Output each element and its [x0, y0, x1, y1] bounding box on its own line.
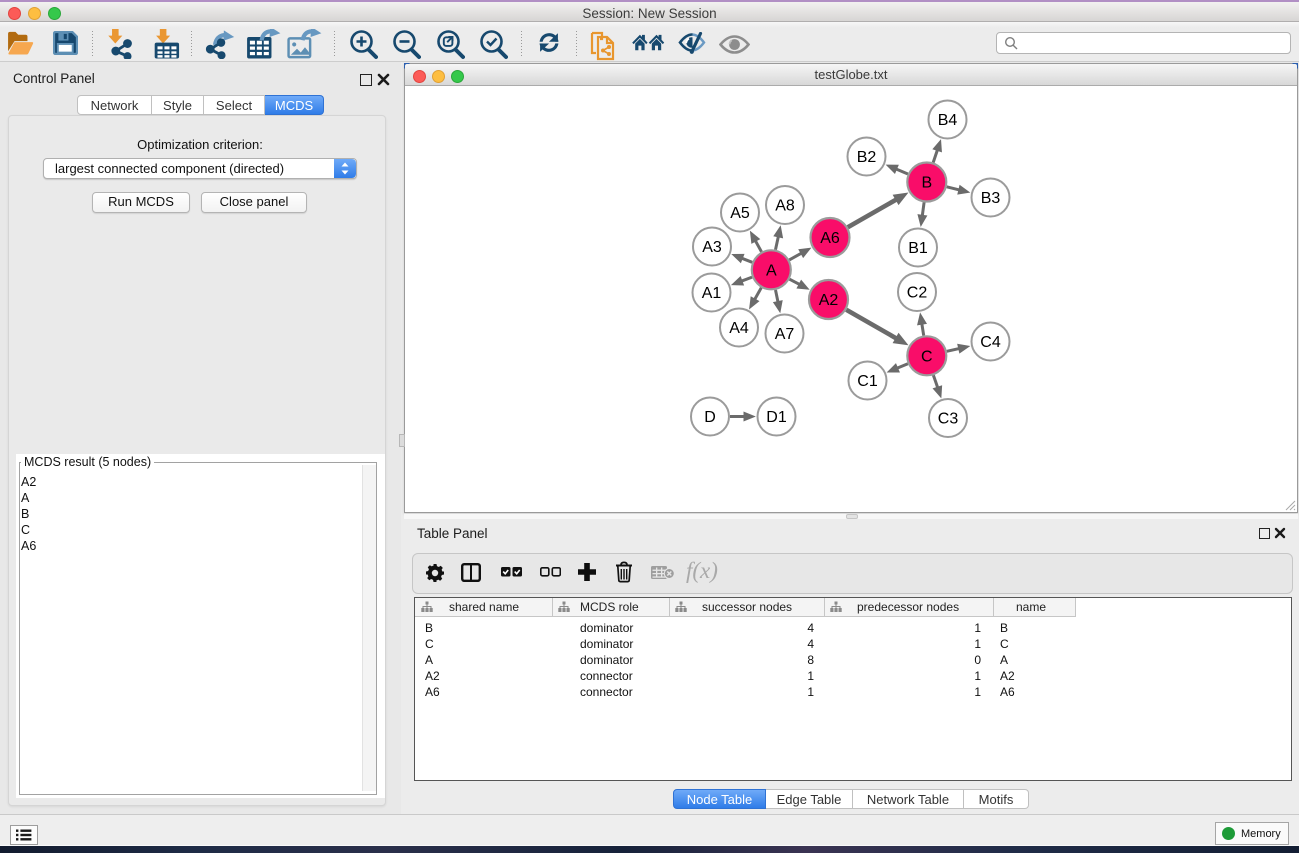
svg-text:C1: C1	[857, 373, 878, 390]
svg-text:A1: A1	[702, 285, 722, 302]
svg-text:C3: C3	[938, 411, 959, 428]
svg-text:B3: B3	[981, 190, 1001, 207]
svg-text:D1: D1	[766, 409, 787, 426]
svg-text:D: D	[704, 409, 716, 426]
svg-text:C2: C2	[907, 285, 928, 302]
svg-text:A5: A5	[730, 205, 750, 222]
svg-text:B1: B1	[908, 240, 928, 257]
svg-text:A3: A3	[702, 239, 722, 256]
svg-text:A2: A2	[819, 292, 839, 309]
svg-text:B4: B4	[938, 112, 958, 129]
svg-text:C4: C4	[980, 334, 1001, 351]
svg-text:B: B	[921, 175, 932, 192]
svg-text:A6: A6	[820, 230, 840, 247]
svg-text:B2: B2	[857, 149, 877, 166]
svg-text:A8: A8	[775, 198, 795, 215]
svg-text:C: C	[921, 348, 933, 365]
svg-text:A: A	[766, 262, 777, 279]
svg-text:A4: A4	[729, 320, 749, 337]
svg-text:A7: A7	[775, 326, 795, 343]
